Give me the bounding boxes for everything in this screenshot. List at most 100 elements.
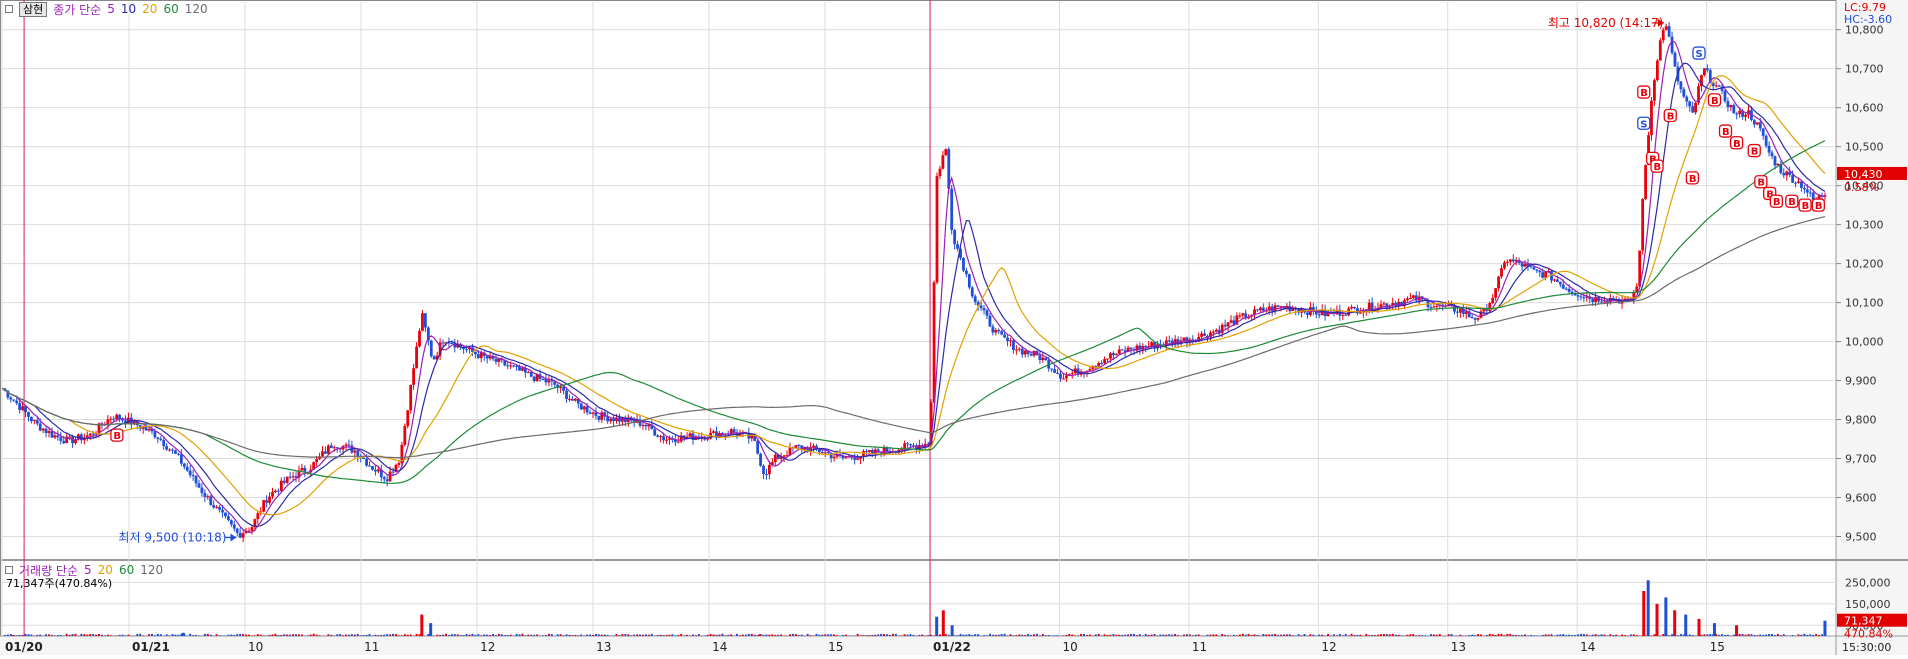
- volume-bar: [483, 634, 485, 636]
- low-annotation: 최저 9,500 (10:18): [118, 531, 226, 545]
- volume-ratio-label: 470.84%: [1844, 628, 1893, 641]
- candle-body: [330, 445, 333, 448]
- candle-body: [1050, 369, 1053, 370]
- volume-bar: [1359, 635, 1361, 636]
- volume-bar: [904, 634, 906, 636]
- volume-bar: [757, 635, 759, 636]
- volume-bar: [1536, 635, 1538, 636]
- price-indicator-label[interactable]: 종가 단순: [53, 1, 101, 18]
- volume-bar: [439, 635, 441, 636]
- volume-bar: [1024, 635, 1026, 636]
- volume-bar: [419, 634, 421, 636]
- ma120-label[interactable]: 120: [185, 2, 208, 16]
- candle-body: [274, 491, 277, 492]
- signal-label: S: [1640, 119, 1647, 130]
- candle-body: [936, 176, 939, 282]
- candle-body: [868, 450, 871, 452]
- candle-body: [1603, 302, 1606, 303]
- candle-body: [1021, 349, 1024, 355]
- volume-bar: [780, 634, 782, 636]
- volume-spike-bar: [758, 634, 761, 636]
- candle-body: [271, 492, 274, 497]
- candle-body: [1030, 354, 1033, 356]
- volume-bar: [207, 634, 209, 636]
- volume-bar: [777, 635, 779, 636]
- volume-bar: [854, 635, 856, 636]
- candle-body: [112, 419, 115, 420]
- candle-body: [1065, 375, 1068, 378]
- volume-bar: [1551, 634, 1553, 636]
- signal-label: B: [1773, 197, 1781, 208]
- candle-body: [1535, 269, 1538, 270]
- stock-chart[interactable]: 10,80010,70010,60010,50010,40010,30010,2…: [0, 0, 1908, 655]
- volume-panel-toggle-icon[interactable]: [5, 566, 13, 574]
- volume-bar: [386, 634, 388, 636]
- candle-body: [1053, 369, 1056, 373]
- volume-bar: [927, 635, 929, 636]
- volume-bar: [1365, 634, 1367, 636]
- candle-body: [821, 452, 824, 453]
- candle-body: [965, 271, 968, 275]
- volume-bar: [1501, 634, 1503, 636]
- candle-body: [1753, 120, 1756, 124]
- candle-body: [377, 469, 380, 471]
- price-tick-label: 10,500: [1845, 141, 1884, 154]
- candle-body: [600, 412, 603, 420]
- volume-bar: [498, 634, 500, 636]
- volume-bar: [910, 634, 912, 636]
- time-tick-label: 14: [1580, 640, 1595, 654]
- chart-canvas[interactable]: 10,80010,70010,60010,50010,40010,30010,2…: [0, 0, 1908, 655]
- volume-bar: [204, 634, 206, 636]
- volume-ma60-label[interactable]: 60: [119, 563, 134, 577]
- candle-body: [92, 434, 95, 435]
- signal-label: B: [1815, 201, 1823, 212]
- volume-bar: [860, 635, 862, 636]
- volume-bar: [1745, 635, 1747, 636]
- candle-body: [986, 310, 989, 315]
- samhyeon-button[interactable]: 삼현: [19, 2, 47, 17]
- volume-bar: [1292, 635, 1294, 636]
- volume-bar: [172, 634, 174, 636]
- volume-bar: [460, 635, 462, 636]
- volume-bar: [219, 635, 221, 636]
- volume-bar: [1321, 635, 1323, 636]
- volume-bar: [671, 634, 673, 636]
- volume-bar: [236, 634, 238, 636]
- candle-body: [1350, 307, 1353, 309]
- volume-bar: [945, 634, 947, 636]
- volume-bar: [75, 634, 77, 636]
- candle-body: [1718, 85, 1721, 86]
- price-panel-toggle-icon[interactable]: [5, 5, 13, 13]
- signal-label: B: [1711, 96, 1719, 107]
- ma10-label[interactable]: 10: [121, 2, 136, 16]
- volume-bar: [977, 634, 979, 636]
- candle-body: [442, 343, 445, 344]
- volume-bar: [1706, 634, 1708, 636]
- volume-bar: [45, 634, 47, 636]
- volume-bar: [404, 634, 406, 636]
- volume-bar: [192, 635, 194, 636]
- volume-bar: [895, 634, 897, 636]
- volume-bar: [1083, 634, 1085, 636]
- volume-bar: [880, 634, 882, 636]
- candle-body: [1009, 340, 1012, 341]
- ma10-line: [2, 63, 1825, 526]
- volume-bar: [316, 635, 318, 636]
- candle-body: [1103, 359, 1106, 363]
- volume-bar: [227, 635, 229, 636]
- volume-bar: [19, 635, 21, 636]
- ma60-label[interactable]: 60: [163, 2, 178, 16]
- volume-bar: [833, 634, 835, 636]
- ma5-label[interactable]: 5: [107, 2, 115, 16]
- candle-body: [27, 412, 30, 417]
- candle-body: [321, 451, 324, 456]
- volume-ma120-label[interactable]: 120: [140, 563, 163, 577]
- volume-bar: [166, 634, 168, 636]
- volume-bar: [1609, 634, 1611, 636]
- volume-bar: [1600, 634, 1602, 636]
- volume-bar: [1195, 635, 1197, 636]
- candle-body: [997, 330, 1000, 331]
- volume-bar: [1451, 634, 1453, 636]
- ma20-label[interactable]: 20: [142, 2, 157, 16]
- volume-bar: [1012, 635, 1014, 636]
